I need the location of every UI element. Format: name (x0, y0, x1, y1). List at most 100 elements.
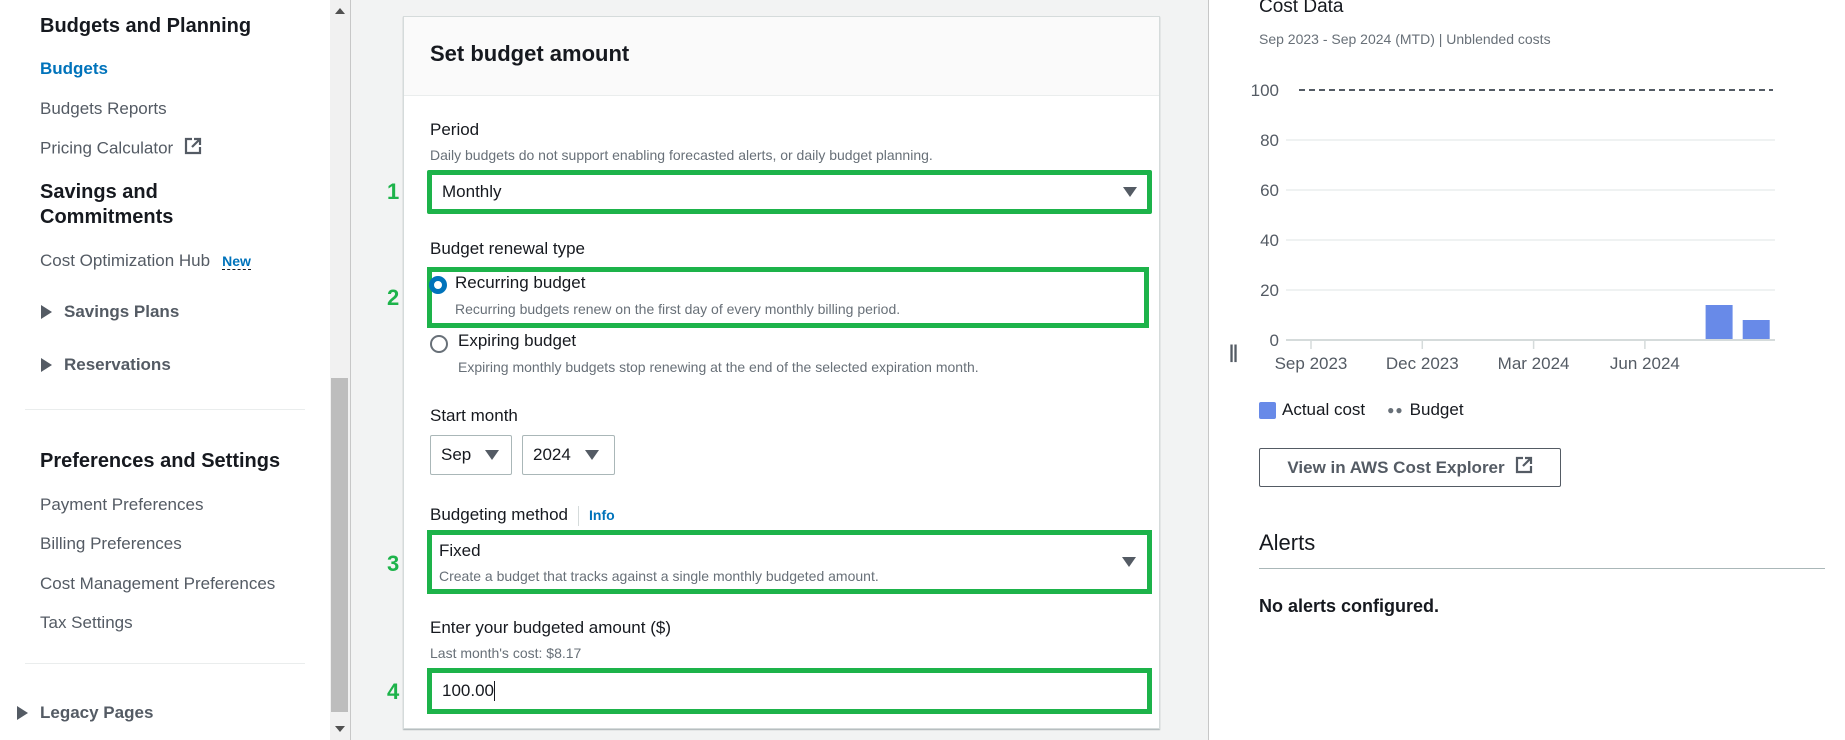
savings-plans-label: Savings Plans (64, 302, 180, 321)
period-select[interactable]: Monthly (427, 170, 1152, 214)
expiring-budget-option[interactable]: Expiring budget Expiring monthly budgets… (430, 330, 1130, 382)
cost-optimization-hub-label: Cost Optimization Hub (40, 251, 211, 270)
bar-actual-cost (1705, 305, 1733, 339)
sidebar-item-billing-preferences[interactable]: Billing Preferences (40, 533, 182, 555)
renewal-type-label: Budget renewal type (430, 239, 585, 258)
y-tick-label: 0 (1270, 331, 1279, 350)
step-number-2: 2 (387, 285, 400, 310)
month-select-value: Sep (441, 445, 472, 464)
legend-label-actual-cost: Actual cost (1282, 400, 1366, 419)
y-tick-label: 40 (1260, 231, 1279, 250)
alerts-title: Alerts (1259, 530, 1316, 555)
caret-down-icon (1123, 187, 1137, 197)
period-description: Daily budgets do not support enabling fo… (430, 147, 933, 163)
pricing-calculator-label: Pricing Calculator (40, 138, 174, 158)
scrollbar-thumb[interactable] (331, 378, 348, 712)
reservations-label: Reservations (64, 355, 171, 374)
x-tick-label: Sep 2023 (1275, 354, 1348, 373)
caret-down-icon (485, 450, 500, 460)
sidebar-item-tax-settings[interactable]: Tax Settings (40, 612, 133, 634)
caret-down-icon (1122, 557, 1136, 567)
cost-explorer-button-label: View in AWS Cost Explorer (1287, 457, 1505, 477)
cost-chart: 0 20 40 60 80 100 Sep 2023 Dec 2023 Mar 2024 Jun … (1251, 81, 1775, 373)
caret-right-icon (41, 305, 52, 319)
legend-swatch-actual-cost (1259, 401, 1276, 419)
caret-right-icon (41, 358, 52, 372)
budgeted-amount-value: 100.00 (442, 681, 494, 700)
panel-divider (350, 0, 351, 740)
budgeting-method-value: Fixed (439, 541, 481, 560)
section-title-savings: Savings and (40, 181, 158, 203)
budgeting-method-info-link[interactable]: Info (589, 507, 615, 523)
sidebar-expander-legacy-pages[interactable]: Legacy Pages (17, 703, 153, 723)
period-label: Period (430, 120, 480, 139)
section-title-preferences: Preferences and Settings (40, 450, 281, 472)
scroll-down-arrow-icon[interactable] (335, 726, 345, 732)
budgeting-method-label: Budgeting method (430, 505, 568, 524)
card-header: Set budget amount (404, 17, 1159, 96)
sidebar-nav: Budgets and Planning Budgets Budgets Rep… (0, 0, 330, 740)
app-root: Budgets and Planning Budgets Budgets Rep… (0, 0, 1845, 740)
view-in-cost-explorer-button[interactable]: View in AWS Cost Explorer (1259, 448, 1561, 487)
sidebar-expander-reservations[interactable]: Reservations (41, 355, 171, 375)
y-tick-label: 100 (1251, 81, 1279, 100)
sidebar-divider (25, 409, 305, 410)
budgeting-method-value-description: Create a budget that tracks against a si… (439, 568, 879, 584)
caret-right-icon (17, 706, 28, 720)
year-select-value: 2024 (533, 445, 571, 464)
no-alerts-message: No alerts configured. (1259, 596, 1440, 616)
y-tick-label: 60 (1260, 181, 1279, 200)
y-tick-label: 20 (1260, 281, 1279, 300)
external-link-icon (184, 137, 202, 161)
new-badge: New (222, 253, 251, 270)
scroll-up-arrow-icon[interactable] (335, 8, 345, 14)
x-tick-label: Mar 2024 (1498, 354, 1570, 373)
step-number-4: 4 (387, 679, 400, 704)
budgeted-amount-label: Enter your budgeted amount ($) (430, 618, 671, 637)
expiring-budget-radio[interactable] (430, 335, 448, 353)
y-tick-label: 80 (1260, 131, 1279, 150)
expiring-budget-label: Expiring budget (458, 331, 577, 350)
period-select-value: Monthly (442, 182, 502, 201)
set-budget-amount-card: Set budget amount Period Daily budgets d… (403, 16, 1160, 729)
recurring-budget-radio[interactable] (429, 276, 447, 294)
legend-dashed-line-icon: ●● (1387, 403, 1404, 417)
x-tick-label: Dec 2023 (1386, 354, 1459, 373)
recurring-budget-description: Recurring budgets renew on the first day… (455, 301, 901, 317)
start-month-month-select[interactable]: Sep (430, 435, 512, 475)
sidebar-item-cost-optimization-hub[interactable]: Cost Optimization Hub New (40, 250, 251, 272)
legacy-pages-label: Legacy Pages (40, 703, 154, 722)
sidebar-divider (25, 663, 305, 664)
last-month-cost-hint: Last month's cost: $8.17 (430, 645, 582, 661)
card-title: Set budget amount (430, 41, 630, 66)
recurring-budget-label: Recurring budget (455, 273, 586, 292)
step-number-3: 3 (387, 551, 400, 576)
start-month-year-select[interactable]: 2024 (522, 435, 615, 475)
sidebar-item-budgets[interactable]: Budgets (40, 58, 108, 80)
legend-label-budget: Budget (1409, 400, 1464, 419)
budgeted-amount-input[interactable]: 100.00 (427, 668, 1152, 714)
panel-resize-handle[interactable]: || (1229, 342, 1238, 363)
expiring-budget-description: Expiring monthly budgets stop renewing a… (458, 359, 979, 375)
budgeting-method-select[interactable]: Fixed Create a budget that tracks agains… (427, 530, 1152, 594)
section-title-budgets-planning: Budgets and Planning (40, 15, 252, 37)
sidebar-item-payment-preferences[interactable]: Payment Preferences (40, 494, 203, 516)
cost-data-panel: Cost Data Sep 2023 - Sep 2024 (MTD) | Un… (1209, 0, 1845, 740)
sidebar-expander-savings-plans[interactable]: Savings Plans (41, 302, 179, 322)
label-separator (578, 505, 579, 526)
recurring-budget-option[interactable]: Recurring budget Recurring budgets renew… (427, 267, 1149, 328)
sidebar-scrollbar[interactable] (330, 0, 350, 740)
budgeting-method-label-row: Budgeting method Info (430, 505, 615, 526)
sidebar-item-cost-management-preferences[interactable]: Cost Management Preferences (40, 573, 275, 595)
x-tick-label: Jun 2024 (1610, 354, 1680, 373)
start-month-label: Start month (430, 406, 518, 425)
external-link-icon (1515, 456, 1533, 479)
bar-actual-cost (1742, 320, 1770, 339)
sidebar-item-budgets-reports[interactable]: Budgets Reports (40, 98, 167, 120)
step-number-1: 1 (387, 179, 400, 204)
chart-legend: Actual cost ●● Budget (1259, 400, 1464, 420)
caret-down-icon (584, 450, 599, 460)
text-cursor (494, 681, 495, 701)
sidebar-item-pricing-calculator[interactable]: Pricing Calculator (40, 137, 202, 161)
alerts-divider (1259, 568, 1825, 569)
